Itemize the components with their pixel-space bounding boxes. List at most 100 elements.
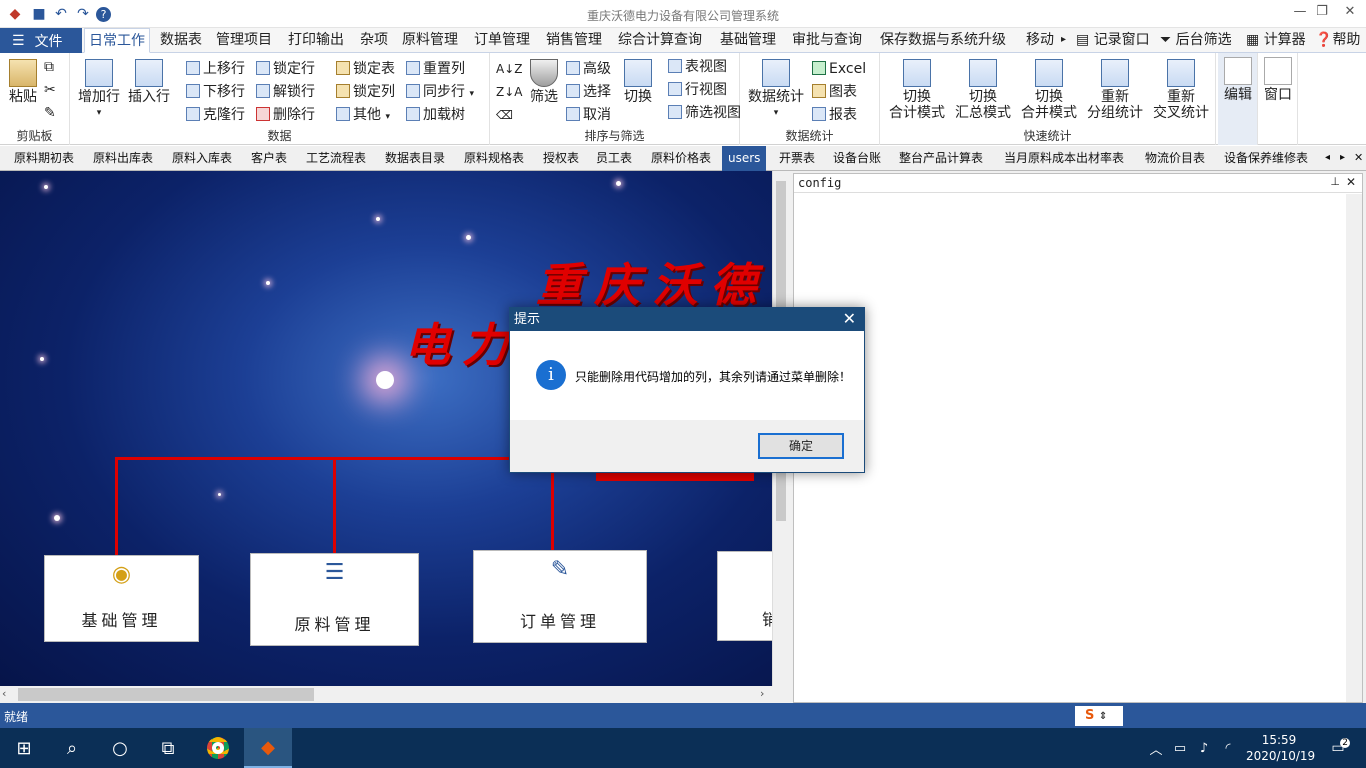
sheet-tab[interactable]: 原料出库表: [93, 146, 153, 171]
clock[interactable]: 15:59 2020/10/19: [1246, 732, 1315, 764]
cut-icon[interactable]: ✂: [44, 80, 56, 100]
tab-scroll-right-icon[interactable]: ▸: [1340, 146, 1345, 171]
horizontal-scrollbar[interactable]: ‹ ›: [0, 686, 789, 703]
insert-row-button[interactable]: 插入行: [126, 59, 172, 105]
chart-button[interactable]: 图表: [812, 82, 857, 102]
ok-button[interactable]: 确定: [758, 433, 844, 459]
row-view-button[interactable]: 行视图: [668, 80, 727, 100]
other-button[interactable]: 其他 ▾: [336, 105, 390, 125]
tab-close-icon[interactable]: ✕: [1354, 146, 1363, 171]
tab-approval[interactable]: 审批与查询: [792, 28, 862, 53]
filter-view-button[interactable]: 筛选视图: [668, 103, 741, 123]
tab-print-output[interactable]: 打印输出: [288, 28, 344, 53]
sheet-tab[interactable]: 设备台账: [833, 146, 881, 171]
volume-icon[interactable]: ♪: [1192, 728, 1216, 768]
edit-button[interactable]: 编辑: [1222, 57, 1254, 103]
switch-merge-mode-button[interactable]: 切换 合并模式: [1018, 59, 1080, 121]
pin-icon[interactable]: ⊥: [1330, 175, 1340, 188]
help-button[interactable]: ❓帮助: [1315, 28, 1360, 53]
sheet-tab[interactable]: 当月原料成本出材率表: [1004, 146, 1124, 171]
sheet-tab[interactable]: 授权表: [543, 146, 579, 171]
move-up-row-button[interactable]: 上移行: [186, 59, 245, 79]
sort-desc-icon[interactable]: Z↓A: [496, 82, 522, 102]
lock-row-button[interactable]: 锁定行: [256, 59, 315, 79]
search-icon[interactable]: ⌕: [48, 728, 96, 768]
cortana-circle-icon[interactable]: ○: [96, 728, 144, 768]
node-base-manage[interactable]: ◉ 基础管理: [44, 555, 199, 642]
sheet-tab[interactable]: 原料入库表: [172, 146, 232, 171]
tab-scroll-left-icon[interactable]: ◂: [1325, 146, 1330, 171]
sheet-tab[interactable]: 数据表目录: [385, 146, 445, 171]
tab-save-upgrade[interactable]: 保存数据与系统升级: [880, 28, 1006, 53]
tab-daily-work[interactable]: 日常工作: [84, 28, 150, 53]
switch-total-mode-button[interactable]: 切换 合计模式: [886, 59, 948, 121]
add-row-button[interactable]: 增加行 ▾: [76, 59, 122, 121]
chrome-icon[interactable]: [194, 728, 242, 768]
excel-button[interactable]: Excel: [812, 59, 866, 79]
sheet-tab[interactable]: 开票表: [779, 146, 815, 171]
app-taskbar-icon[interactable]: ◆: [244, 728, 292, 768]
node-order-manage[interactable]: ✎ 订单管理: [473, 550, 647, 643]
tab-calc-query[interactable]: 综合计算查询: [618, 28, 702, 53]
record-window-button[interactable]: ▤ 记录窗口: [1076, 28, 1150, 53]
report-button[interactable]: 报表: [812, 105, 857, 125]
tab-order-manage[interactable]: 订单管理: [474, 28, 530, 53]
node-material-manage[interactable]: ☰ 原料管理: [250, 553, 419, 646]
switch-summary-mode-button[interactable]: 切换 汇总模式: [952, 59, 1014, 121]
network-icon[interactable]: ▭: [1168, 728, 1192, 768]
data-stats-button[interactable]: 数据统计 ▾: [746, 59, 806, 121]
node-sales-manage[interactable]: 销: [717, 551, 772, 641]
sort-asc-icon[interactable]: A↓Z: [496, 59, 522, 79]
unlock-row-button[interactable]: 解锁行: [256, 82, 315, 102]
recross-stats-button[interactable]: 重新 交叉统计: [1150, 59, 1212, 121]
reset-column-button[interactable]: 重置列: [406, 59, 465, 79]
tab-manage-items[interactable]: 管理项目: [216, 28, 272, 53]
wifi-icon[interactable]: ◜: [1216, 728, 1240, 768]
menu-scroll-right-icon[interactable]: ▸: [1061, 28, 1066, 53]
tab-mobile[interactable]: 移动: [1026, 28, 1054, 53]
clone-row-button[interactable]: 克隆行: [186, 105, 245, 125]
task-view-icon[interactable]: ⧉: [144, 728, 192, 768]
sheet-tab[interactable]: 客户表: [251, 146, 287, 171]
window-button[interactable]: 窗口: [1262, 57, 1294, 103]
file-menu-button[interactable]: ☰ 文件: [0, 28, 82, 53]
tab-sales-manage[interactable]: 销售管理: [546, 28, 602, 53]
format-painter-icon[interactable]: ✎: [44, 103, 56, 123]
sheet-tab[interactable]: 整台产品计算表: [899, 146, 983, 171]
clear-sort-icon[interactable]: ⌫: [496, 105, 513, 125]
calculator-button[interactable]: ▦ 计算器: [1246, 28, 1306, 53]
load-tree-button[interactable]: 加载树: [406, 105, 465, 125]
sync-row-button[interactable]: 同步行 ▾: [406, 82, 474, 102]
sheet-tab-active[interactable]: users: [722, 146, 767, 171]
dialog-close-icon[interactable]: ✕: [843, 309, 856, 328]
copy-icon[interactable]: ⧉: [44, 57, 54, 77]
sheet-tab[interactable]: 员工表: [596, 146, 632, 171]
scroll-left-icon[interactable]: ‹: [2, 687, 6, 700]
tab-data-table[interactable]: 数据表: [160, 28, 202, 53]
select-button[interactable]: 选择: [566, 82, 611, 102]
config-vertical-scrollbar[interactable]: [1346, 194, 1362, 702]
tab-misc[interactable]: 杂项: [360, 28, 388, 53]
tab-base-manage[interactable]: 基础管理: [720, 28, 776, 53]
delete-row-button[interactable]: 删除行: [256, 105, 315, 125]
close-button[interactable]: ✕: [1336, 4, 1364, 24]
switch-sort-button[interactable]: 切换: [620, 59, 656, 105]
table-view-button[interactable]: 表视图: [668, 57, 727, 77]
sheet-tab[interactable]: 物流价目表: [1145, 146, 1205, 171]
input-method-icon[interactable]: S ⇕: [1075, 706, 1123, 726]
sheet-tab[interactable]: 原料规格表: [464, 146, 524, 171]
cancel-filter-button[interactable]: 取消: [566, 105, 611, 125]
filter-button[interactable]: 筛选: [526, 59, 562, 105]
tab-material-manage[interactable]: 原料管理: [402, 28, 458, 53]
close-icon[interactable]: ✕: [1346, 175, 1356, 189]
sheet-tab[interactable]: 设备保养维修表: [1224, 146, 1308, 171]
scroll-thumb[interactable]: [18, 688, 314, 701]
advanced-filter-button[interactable]: 高级: [566, 59, 611, 79]
sheet-tab[interactable]: 原料价格表: [651, 146, 711, 171]
scroll-right-icon[interactable]: ›: [760, 687, 764, 700]
start-windows-icon[interactable]: ⊞: [0, 728, 48, 768]
lock-table-button[interactable]: 锁定表: [336, 59, 395, 79]
restore-button[interactable]: ❐: [1308, 4, 1336, 24]
sheet-tab[interactable]: 原料期初表: [14, 146, 74, 171]
background-filter-button[interactable]: ⏷ 后台筛选: [1160, 28, 1232, 53]
